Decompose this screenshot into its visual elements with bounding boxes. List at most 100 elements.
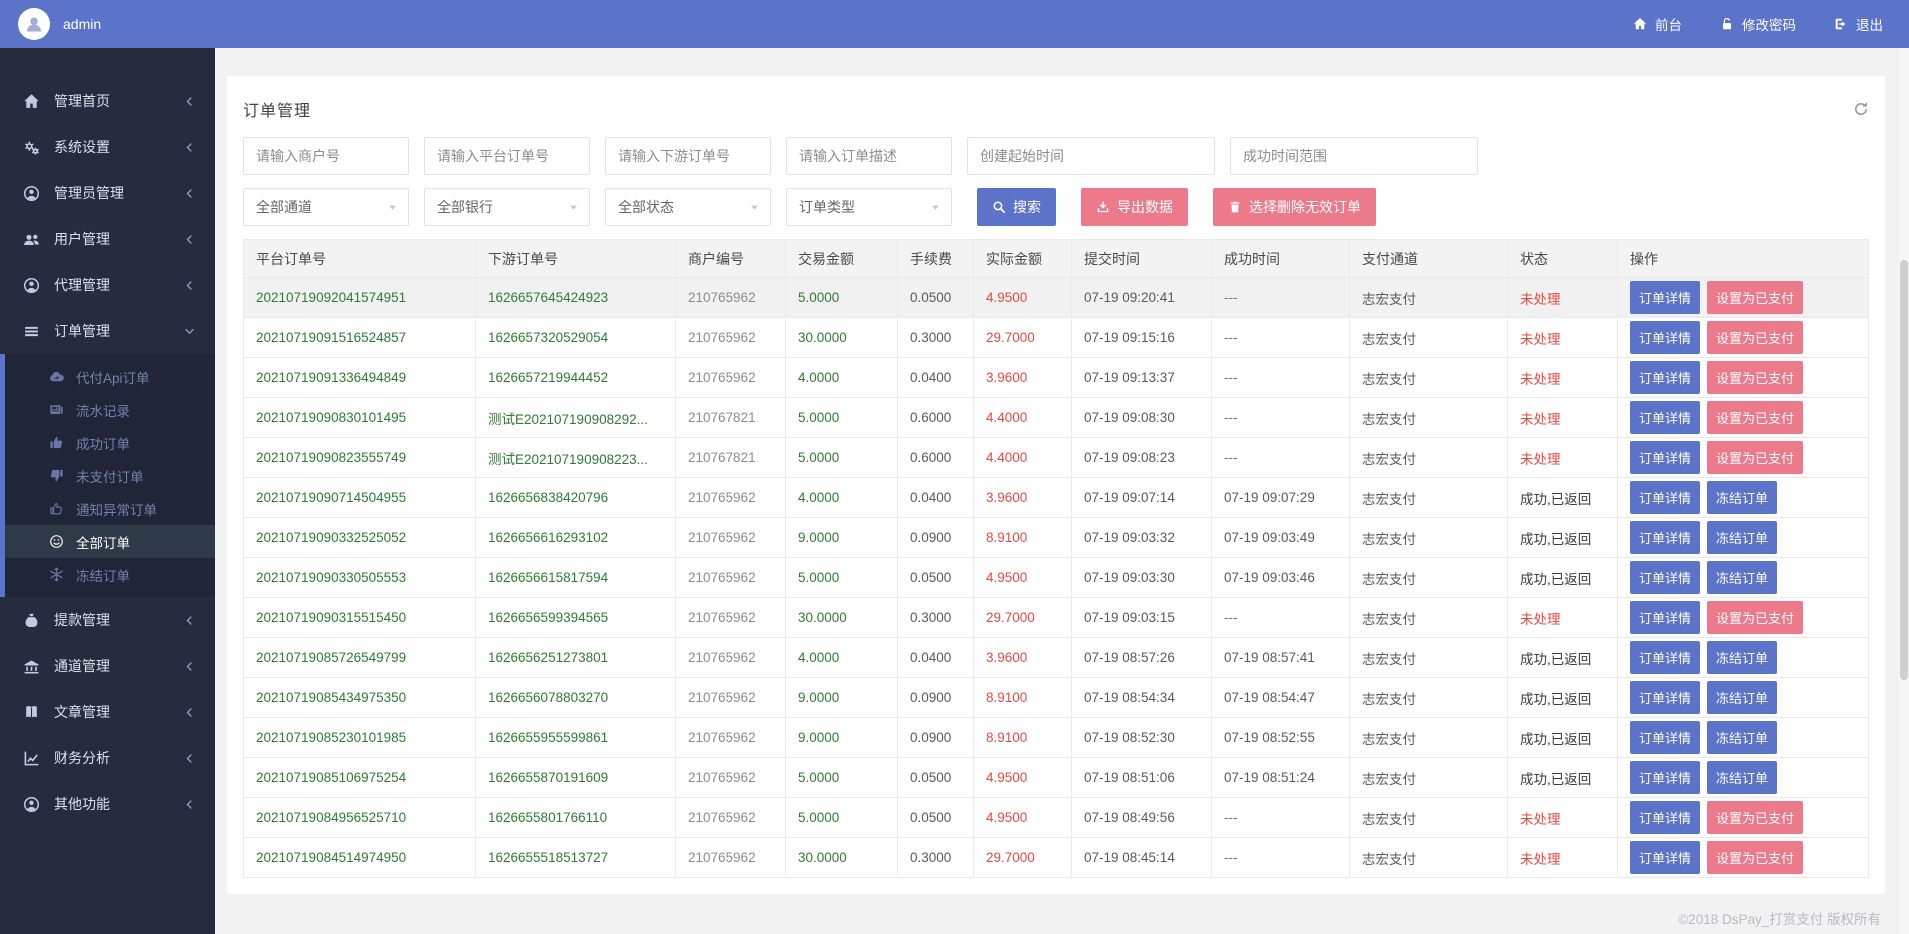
col-header-fee: 手续费 — [898, 240, 974, 278]
set-paid-button[interactable]: 设置为已支付 — [1707, 601, 1803, 634]
search-button[interactable]: 搜索 — [977, 188, 1056, 226]
order-type-select[interactable]: 订单类型 — [786, 188, 952, 226]
sidebar-item-admin-management[interactable]: 管理员管理 — [0, 170, 215, 216]
success-time-input[interactable] — [1230, 137, 1478, 175]
order-detail-button[interactable]: 订单详情 — [1630, 801, 1700, 834]
delete-invalid-orders-button[interactable]: 选择删除无效订单 — [1213, 188, 1376, 226]
freeze-order-button[interactable]: 冻结订单 — [1707, 561, 1777, 594]
table-row: 2021071909031551545016266565993945652107… — [244, 598, 1869, 638]
chevron-left-icon — [184, 753, 195, 764]
status-cell: 未处理 — [1508, 838, 1618, 878]
bank-select[interactable]: 全部银行 — [424, 188, 590, 226]
sidebar-subitem-notify-abnormal-orders[interactable]: 通知异常订单 — [5, 492, 215, 525]
sidebar-item-system-settings[interactable]: 系统设置 — [0, 124, 215, 170]
sidebar-item-label: 财务分析 — [54, 748, 184, 768]
col-header-success-time: 成功时间 — [1212, 240, 1350, 278]
chevron-down-icon — [184, 326, 195, 337]
actual-amount-cell: 29.7000 — [974, 838, 1072, 878]
col-header-pay-channel: 支付通道 — [1350, 240, 1508, 278]
freeze-order-button[interactable]: 冻结订单 — [1707, 481, 1777, 514]
sidebar-subitem-flow-records[interactable]: 流水记录 — [5, 393, 215, 426]
frontend-link[interactable]: 前台 — [1633, 14, 1682, 34]
order-detail-button[interactable]: 订单详情 — [1630, 601, 1700, 634]
order-detail-button[interactable]: 订单详情 — [1630, 361, 1700, 394]
fee-cell: 0.0900 — [898, 678, 974, 718]
sidebar-item-user-management[interactable]: 用户管理 — [0, 216, 215, 262]
set-paid-button[interactable]: 设置为已支付 — [1707, 281, 1803, 314]
platform-order-no-cell: 20210719090830101495 — [244, 398, 476, 438]
sidebar-item-order-management[interactable]: 订单管理 — [0, 308, 215, 354]
freeze-order-button[interactable]: 冻结订单 — [1707, 681, 1777, 714]
table-row: 20210719090830101495测试E202107190908292..… — [244, 398, 1869, 438]
order-detail-button[interactable]: 订单详情 — [1630, 321, 1700, 354]
set-paid-button[interactable]: 设置为已支付 — [1707, 321, 1803, 354]
avatar[interactable] — [18, 8, 50, 40]
sidebar-item-finance-analysis[interactable]: 财务分析 — [0, 735, 215, 781]
status-cell: 未处理 — [1508, 318, 1618, 358]
order-detail-button[interactable]: 订单详情 — [1630, 681, 1700, 714]
chevron-left-icon — [184, 799, 195, 810]
set-paid-button[interactable]: 设置为已支付 — [1707, 801, 1803, 834]
scrollbar-thumb[interactable] — [1900, 260, 1908, 680]
sidebar-subitem-success-orders[interactable]: 成功订单 — [5, 426, 215, 459]
sidebar-item-agent-management[interactable]: 代理管理 — [0, 262, 215, 308]
sidebar-subitem-frozen-orders[interactable]: 冻结订单 — [5, 558, 215, 591]
sidebar-item-label: 提款管理 — [54, 610, 184, 630]
create-time-input[interactable] — [967, 137, 1215, 175]
downstream-order-no-input[interactable] — [605, 137, 771, 175]
sidebar-item-channel-management[interactable]: 通道管理 — [0, 643, 215, 689]
refresh-icon[interactable] — [1853, 101, 1869, 117]
success-time-cell: 07-19 09:03:49 — [1212, 518, 1350, 558]
platform-order-no-cell: 20210719084956525710 — [244, 798, 476, 838]
fee-cell: 0.0900 — [898, 718, 974, 758]
submit-time-cell: 07-19 09:08:30 — [1072, 398, 1212, 438]
downstream-order-no-cell: 1626655518513727 — [476, 838, 676, 878]
platform-order-no-input[interactable] — [424, 137, 590, 175]
order-detail-button[interactable]: 订单详情 — [1630, 841, 1700, 874]
submit-time-cell: 07-19 08:57:26 — [1072, 638, 1212, 678]
freeze-order-button[interactable]: 冻结订单 — [1707, 641, 1777, 674]
order-detail-button[interactable]: 订单详情 — [1630, 401, 1700, 434]
order-detail-button[interactable]: 订单详情 — [1630, 481, 1700, 514]
sidebar: 管理首页系统设置管理员管理用户管理代理管理订单管理代付Api订单流水记录成功订单… — [0, 48, 215, 934]
trade-amount-cell: 9.0000 — [786, 518, 898, 558]
freeze-order-button[interactable]: 冻结订单 — [1707, 521, 1777, 554]
status-select[interactable]: 全部状态 — [605, 188, 771, 226]
merchant-no-cell: 210765962 — [676, 798, 786, 838]
merchant-no-cell: 210765962 — [676, 598, 786, 638]
logout-link[interactable]: 退出 — [1834, 14, 1883, 34]
table-row: 2021071909133649484916266572199444522107… — [244, 358, 1869, 398]
order-detail-button[interactable]: 订单详情 — [1630, 441, 1700, 474]
sidebar-subitem-unpaid-orders[interactable]: 未支付订单 — [5, 459, 215, 492]
sidebar-subitem-payout-api-orders[interactable]: 代付Api订单 — [5, 360, 215, 393]
merchant-no-input[interactable] — [243, 137, 409, 175]
set-paid-button[interactable]: 设置为已支付 — [1707, 361, 1803, 394]
change-password-link[interactable]: 修改密码 — [1720, 14, 1796, 34]
freeze-order-button[interactable]: 冻结订单 — [1707, 721, 1777, 754]
sidebar-item-other-functions[interactable]: 其他功能 — [0, 781, 215, 827]
order-desc-input[interactable] — [786, 137, 952, 175]
sidebar-subitem-all-orders[interactable]: 全部订单 — [5, 525, 215, 558]
order-detail-button[interactable]: 订单详情 — [1630, 521, 1700, 554]
success-time-cell: --- — [1212, 598, 1350, 638]
order-detail-button[interactable]: 订单详情 — [1630, 641, 1700, 674]
platform-order-no-cell: 20210719090315515450 — [244, 598, 476, 638]
set-paid-button[interactable]: 设置为已支付 — [1707, 401, 1803, 434]
freeze-order-button[interactable]: 冻结订单 — [1707, 761, 1777, 794]
set-paid-button[interactable]: 设置为已支付 — [1707, 441, 1803, 474]
channel-select[interactable]: 全部通道 — [243, 188, 409, 226]
order-detail-button[interactable]: 订单详情 — [1630, 761, 1700, 794]
order-detail-button[interactable]: 订单详情 — [1630, 721, 1700, 754]
hand-up-icon — [49, 501, 64, 516]
sidebar-item-admin-home[interactable]: 管理首页 — [0, 78, 215, 124]
export-data-button[interactable]: 导出数据 — [1081, 188, 1188, 226]
status-cell: 未处理 — [1508, 358, 1618, 398]
order-detail-button[interactable]: 订单详情 — [1630, 561, 1700, 594]
sidebar-item-article-management[interactable]: 文章管理 — [0, 689, 215, 735]
order-detail-button[interactable]: 订单详情 — [1630, 281, 1700, 314]
downstream-order-no-cell: 1626655801766110 — [476, 798, 676, 838]
set-paid-button[interactable]: 设置为已支付 — [1707, 841, 1803, 874]
sidebar-item-withdraw-management[interactable]: 提款管理 — [0, 597, 215, 643]
operations-cell: 订单详情设置为已支付 — [1618, 318, 1869, 358]
search-icon — [992, 200, 1006, 214]
